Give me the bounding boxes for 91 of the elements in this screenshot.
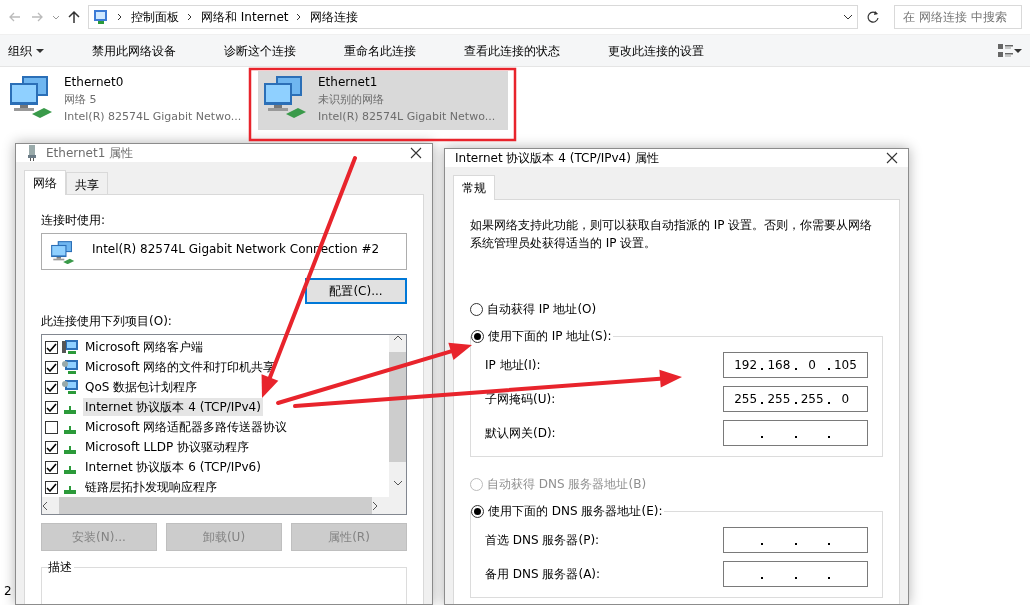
close-icon[interactable] bbox=[410, 147, 422, 159]
chevron-icon bbox=[187, 13, 193, 21]
section-label: 连接时使用: bbox=[41, 212, 107, 229]
protocol-icon bbox=[64, 485, 76, 494]
ip-field[interactable] bbox=[723, 420, 868, 446]
protocol-icon bbox=[64, 405, 76, 414]
checkbox[interactable] bbox=[45, 360, 58, 374]
list-item[interactable]: Microsoft LLDP 协议驱动程序 bbox=[83, 438, 252, 456]
tab[interactable]: 共享 bbox=[66, 172, 108, 194]
checkbox[interactable] bbox=[45, 460, 58, 474]
caret-icon[interactable] bbox=[1014, 48, 1022, 53]
configure-button[interactable]: 配置(C)... bbox=[305, 278, 407, 304]
protocol-icon bbox=[64, 445, 76, 454]
check-icon bbox=[46, 442, 57, 452]
check-icon bbox=[46, 382, 57, 392]
horizontal-scrollbar[interactable] bbox=[42, 497, 389, 514]
close-icon[interactable] bbox=[886, 152, 898, 164]
connection-name: Ethernet0 bbox=[64, 74, 125, 91]
list-item[interactable]: Internet 协议版本 4 (TCP/IPv4) bbox=[83, 398, 263, 416]
checkbox[interactable] bbox=[45, 420, 58, 434]
breadcrumb-item[interactable]: 控制面板 bbox=[131, 8, 179, 26]
section-label: 此连接使用下列项目(O): bbox=[41, 313, 173, 330]
computer-icon bbox=[62, 339, 79, 355]
radio-label[interactable]: 自动获得 IP 地址(O) bbox=[487, 300, 597, 318]
checkbox[interactable] bbox=[45, 440, 58, 454]
radio-button[interactable] bbox=[471, 504, 484, 518]
network-icon bbox=[50, 240, 76, 264]
connection-name: Ethernet1 bbox=[318, 74, 379, 91]
checkbox[interactable] bbox=[45, 480, 58, 494]
checkbox[interactable] bbox=[45, 340, 58, 354]
toolbar-button[interactable]: 重命名此连接 bbox=[344, 41, 416, 60]
radio-label: 自动获得 DNS 服务器地址(B) bbox=[487, 476, 647, 493]
radio-button[interactable] bbox=[470, 302, 483, 316]
description-text: 如果网络支持此功能，则可以获取自动指派的 IP 设置。否则，你需要从网络系统管理员处获得适当的 IP 设置。 bbox=[470, 217, 874, 252]
chevron-icon bbox=[117, 13, 123, 21]
field-label: 默认网关(D): bbox=[485, 425, 556, 442]
window-title: Internet 协议版本 4 (TCP/IPv4) 属性 bbox=[455, 150, 660, 167]
ip-field[interactable] bbox=[723, 561, 868, 587]
field-label: 首选 DNS 服务器(P): bbox=[485, 532, 600, 549]
refresh-icon[interactable] bbox=[866, 10, 880, 24]
list-item[interactable]: QoS 数据包计划程序 bbox=[83, 378, 200, 396]
vertical-scrollbar[interactable] bbox=[389, 335, 406, 514]
field-label: 备用 DNS 服务器(A): bbox=[485, 566, 601, 583]
toolbar-button[interactable]: 查看此连接的状态 bbox=[464, 41, 560, 60]
item-count: 2 bbox=[4, 583, 12, 600]
breadcrumb-item[interactable]: 网络连接 bbox=[310, 8, 359, 26]
list-item[interactable]: Microsoft 网络适配器多路传送器协议 bbox=[83, 418, 290, 436]
computer-icon bbox=[62, 359, 79, 375]
toolbar-button[interactable]: 禁用此网络设备 bbox=[92, 41, 176, 60]
toolbar-button[interactable]: 诊断这个连接 bbox=[224, 41, 296, 60]
checkbox[interactable] bbox=[45, 380, 58, 394]
group-label: 描述 bbox=[48, 559, 74, 575]
connection-status: 网络 5 bbox=[64, 92, 98, 108]
window-title: Ethernet1 属性 bbox=[46, 145, 135, 162]
chevron-icon[interactable] bbox=[52, 14, 60, 20]
check-icon bbox=[46, 362, 57, 372]
computer-icon bbox=[62, 379, 79, 395]
address-bar[interactable]: 控制面板 网络和 Internet 网络连接 bbox=[88, 5, 858, 29]
adapter-name: Intel(R) 82574L Gigabit Netwo... bbox=[318, 109, 496, 125]
chevron-icon bbox=[296, 13, 303, 21]
control-panel-icon bbox=[93, 9, 109, 25]
list-item[interactable]: Internet 协议版本 6 (TCP/IPv6) bbox=[83, 458, 263, 476]
toolbar-button[interactable]: 组织 bbox=[8, 41, 44, 60]
tab[interactable]: 网络 bbox=[24, 170, 66, 195]
protocol-icon bbox=[64, 465, 76, 474]
connection-status: 未识别的网络 bbox=[318, 92, 385, 108]
field-label: 子网掩码(U): bbox=[485, 391, 556, 408]
list-item[interactable]: 链路层拓扑发现响应程序 bbox=[83, 478, 219, 496]
plug-icon bbox=[26, 145, 38, 161]
check-icon bbox=[46, 482, 57, 492]
toolbar-button[interactable]: 更改此连接的设置 bbox=[608, 41, 704, 60]
list-item[interactable]: Microsoft 网络客户端 bbox=[83, 338, 206, 356]
up-icon[interactable] bbox=[68, 10, 80, 24]
check-icon bbox=[46, 462, 57, 472]
check-icon bbox=[46, 342, 57, 352]
check-icon bbox=[46, 402, 57, 412]
connection-item[interactable]: Ethernet1 未识别的网络 Intel(R) 82574L Gigabit Netwo... bbox=[258, 71, 508, 130]
connection-item[interactable]: Ethernet0 网络 5 Intel(R) 82574L Gigabit Netwo... bbox=[4, 71, 254, 130]
tab[interactable]: 常规 bbox=[453, 175, 495, 200]
adapter-name: Intel(R) 82574L Gigabit Netwo... bbox=[64, 109, 242, 125]
ip-field[interactable] bbox=[723, 527, 868, 553]
breadcrumb-item[interactable]: 网络和 Internet bbox=[201, 8, 289, 26]
radio-button[interactable] bbox=[471, 329, 484, 343]
field-label: IP 地址(I): bbox=[485, 357, 541, 374]
view-icon[interactable] bbox=[997, 43, 1014, 58]
ip-field[interactable]: 255 255 255 0 bbox=[723, 386, 868, 412]
checkbox[interactable] bbox=[45, 400, 58, 414]
ip-field[interactable]: 192 168 0 105 bbox=[723, 352, 868, 378]
search-field[interactable]: 在 网络连接 中搜索 bbox=[894, 5, 1022, 29]
dropdown-icon[interactable] bbox=[843, 14, 853, 20]
protocol-icon bbox=[64, 425, 76, 434]
